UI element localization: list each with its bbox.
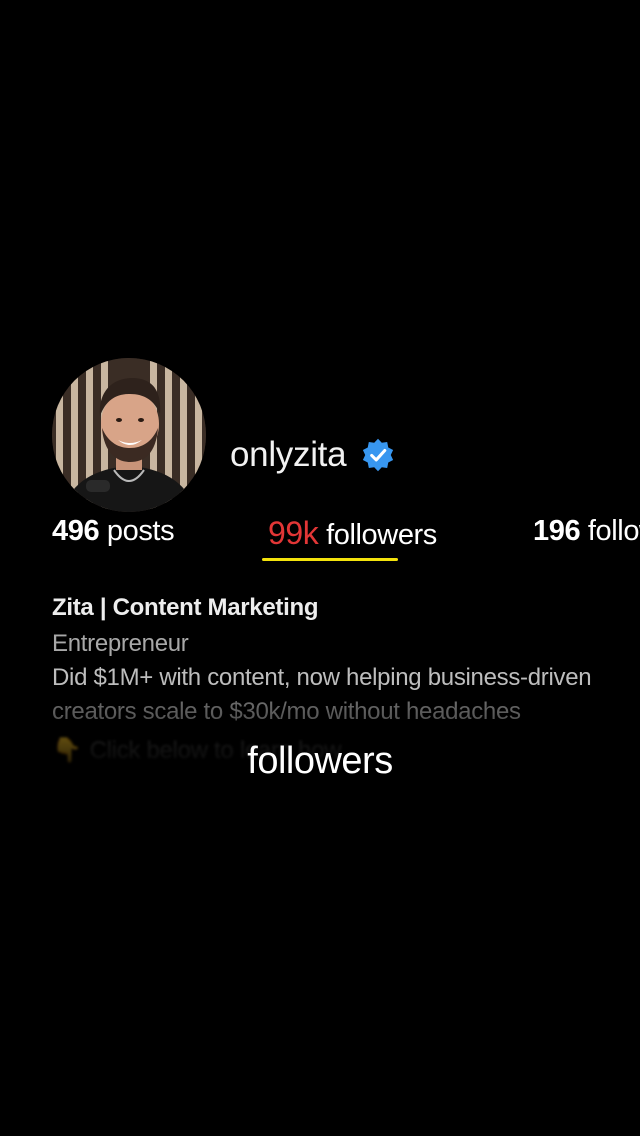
following-label: following: [587, 515, 640, 547]
followers-stat[interactable]: 99k followers: [268, 515, 437, 552]
followers-count: 99k: [268, 515, 319, 551]
followers-label: followers: [326, 519, 437, 551]
bio-text-line-2: creators scale to $30k/mo without headac…: [52, 698, 521, 725]
posts-count: 496: [52, 515, 100, 547]
following-count: 196: [533, 515, 581, 547]
following-stat[interactable]: 196 following: [533, 515, 640, 548]
posts-stat[interactable]: 496 posts: [52, 515, 175, 548]
posts-label: posts: [106, 515, 175, 547]
username: onlyzita: [230, 435, 347, 474]
bio-text-line-1: Did $1M+ with content, now helping busin…: [52, 664, 592, 691]
followers-highlight-underline: [262, 558, 398, 561]
avatar-photo: [52, 358, 206, 512]
username-row: onlyzita: [230, 430, 396, 480]
bio-display-name: Zita | Content Marketing: [52, 594, 319, 621]
bio-category: Entrepreneur: [52, 630, 189, 657]
video-caption: followers: [247, 740, 393, 782]
profile-avatar[interactable]: [52, 358, 206, 512]
verified-badge-icon: [363, 438, 394, 472]
